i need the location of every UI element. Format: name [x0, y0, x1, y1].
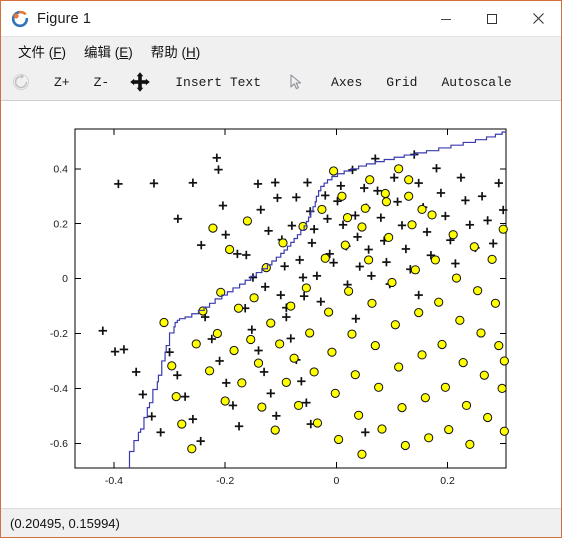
zoom-out-button[interactable]: Z- [88, 71, 116, 94]
zoom-in-button[interactable]: Z+ [48, 71, 76, 94]
cursor-coordinates: (0.20495, 0.15994) [10, 515, 120, 531]
series-class-plus [98, 150, 508, 446]
decision-boundary [128, 131, 506, 468]
svg-text:-0.2: -0.2 [216, 475, 234, 487]
figure-canvas[interactable]: -0.4 -0.2 0 0.2 0.4 0.2 0 -0.2 -0.4 -0.6 [1, 101, 561, 508]
scatter-plot[interactable]: -0.4 -0.2 0 0.2 0.4 0.2 0 -0.2 -0.4 -0.6 [1, 101, 561, 508]
menu-file-label: 文件 ( [18, 44, 54, 60]
menu-edit-accel: E [119, 44, 129, 60]
autoscale-button[interactable]: Autoscale [435, 71, 517, 94]
cursor-arrow-icon[interactable] [283, 69, 309, 95]
svg-text:0.2: 0.2 [440, 475, 455, 487]
svg-text:0.2: 0.2 [53, 218, 68, 230]
menu-file[interactable]: 文件 (F) [9, 38, 75, 64]
svg-text:0: 0 [62, 273, 68, 285]
window-controls [423, 1, 561, 36]
svg-text:-0.4: -0.4 [50, 383, 68, 395]
octave-logo-icon [11, 10, 29, 28]
menu-file-accel: F [53, 44, 62, 60]
menu-edit-tail: ) [128, 44, 133, 60]
svg-text:-0.4: -0.4 [105, 475, 123, 487]
maximize-button[interactable] [469, 1, 515, 36]
menu-bar: 文件 (F) 编辑 (E) 帮助 (H) [1, 36, 561, 64]
menu-help-label: 帮助 ( [150, 44, 187, 60]
svg-text:0.4: 0.4 [53, 163, 68, 175]
menu-edit[interactable]: 编辑 (E) [75, 38, 142, 64]
menu-file-tail: ) [61, 44, 67, 60]
menu-help-accel: H [186, 44, 196, 60]
insert-text-button[interactable]: Insert Text [169, 71, 267, 94]
figure-toolbar: Z+ Z- Insert Text Axes Grid Autoscale [1, 64, 561, 101]
pan-move-icon[interactable] [127, 69, 153, 95]
svg-text:-0.6: -0.6 [50, 438, 68, 450]
menu-edit-label: 编辑 ( [84, 44, 120, 60]
window-title: Figure 1 [37, 10, 91, 27]
series-class-circle [159, 164, 509, 459]
figure-window: Figure 1 文件 (F) 编辑 (E) 帮助 (H) Z+ Z- Inse… [0, 0, 562, 538]
svg-text:-0.2: -0.2 [50, 328, 68, 340]
svg-text:0: 0 [333, 475, 339, 487]
status-bar: (0.20495, 0.15994) [1, 508, 561, 537]
reset-rotate-icon[interactable] [8, 69, 34, 95]
minimize-button[interactable] [423, 1, 469, 36]
menu-help[interactable]: 帮助 (H) [142, 38, 210, 64]
grid-button[interactable]: Grid [380, 71, 423, 94]
axes-button[interactable]: Axes [325, 71, 368, 94]
title-bar: Figure 1 [1, 1, 561, 36]
menu-help-tail: ) [195, 44, 201, 60]
close-button[interactable] [515, 1, 561, 36]
